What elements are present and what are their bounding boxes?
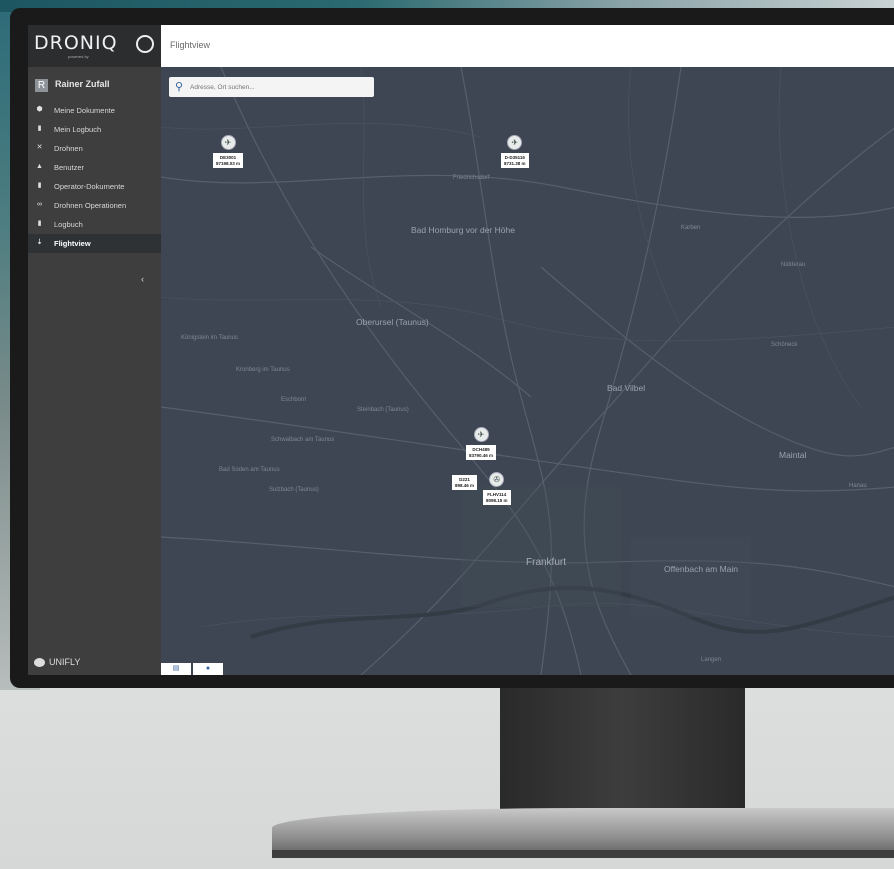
sidebar-item-flightview[interactable]: ⇣ Flightview bbox=[28, 234, 161, 253]
logo-bar: DRONIQ powered by bbox=[28, 25, 161, 67]
sidebar-item-benutzer[interactable]: ▲ Benutzer bbox=[28, 158, 161, 177]
place-label: Bad Homburg vor der Höhe bbox=[411, 225, 515, 235]
place-label: Karben bbox=[681, 225, 701, 231]
document-icon: ▮ bbox=[37, 182, 42, 189]
drone-icon: ✈ bbox=[507, 135, 523, 150]
logbook-icon: ▮ bbox=[37, 220, 42, 227]
place-label: Oberursel (Taunus) bbox=[356, 317, 429, 327]
drone-label: DE3001 87198.03 m bbox=[213, 153, 244, 168]
user-icon: ▲ bbox=[36, 163, 43, 170]
drone-label: D-D35116 8731.38 m bbox=[501, 153, 529, 168]
place-label: Nidderau bbox=[781, 262, 806, 268]
sidebar-item-operator-dokumente[interactable]: ▮ Operator-Dokumente bbox=[28, 177, 161, 196]
logo-mark-icon bbox=[136, 35, 154, 53]
sidebar-item-label: Flightview bbox=[54, 239, 91, 248]
drone-marker[interactable]: ✈ DE3001 87198.03 m bbox=[213, 135, 244, 168]
footer-brand-label: UNIFLY bbox=[49, 657, 81, 667]
drone-id: DE3001 bbox=[219, 155, 237, 160]
drone-label: D221 898.46 m bbox=[452, 475, 478, 490]
search-input[interactable] bbox=[188, 80, 372, 95]
layers-button[interactable]: ▤ bbox=[161, 663, 191, 675]
monitor-stand-edge bbox=[272, 850, 894, 858]
drone-id: DCH489 bbox=[472, 447, 490, 452]
sidebar-item-drohnen[interactable]: ✕ Drohnen bbox=[28, 139, 161, 158]
drone-icon: ✈ bbox=[220, 135, 236, 150]
map-view[interactable]: ⚲ Bad Homburg vor der Höhe Oberursel (Ta… bbox=[161, 67, 894, 675]
place-label: Maintal bbox=[779, 450, 807, 460]
avatar: R bbox=[35, 79, 48, 92]
user-name: Rainer Zufall bbox=[55, 79, 110, 89]
sidebar-item-label: Meine Dokumente bbox=[54, 106, 115, 115]
search-box: ⚲ bbox=[169, 77, 374, 97]
drone-id: D-D35116 bbox=[504, 155, 525, 160]
sidebar-item-label: Benutzer bbox=[54, 163, 85, 172]
user-profile[interactable]: R Rainer Zufall bbox=[28, 75, 161, 101]
drone-id: FLHV114 bbox=[487, 492, 507, 497]
footer-brand: UNIFLY bbox=[34, 657, 81, 668]
drone-icon: ✈ bbox=[473, 427, 489, 442]
place-label: Friedrichsdorf bbox=[453, 175, 490, 181]
drone-icon: ✇ bbox=[489, 472, 505, 487]
sidebar-item-meine-dokumente[interactable]: ⬢ Meine Dokumente bbox=[28, 101, 161, 120]
drone-reading: 898.46 m bbox=[455, 482, 475, 488]
place-label: Sulzbach (Taunus) bbox=[269, 487, 319, 493]
book-icon: ▮ bbox=[37, 125, 42, 132]
sidebar-item-label: Mein Logbuch bbox=[54, 125, 102, 134]
drone-label: DCH489 83790.46 m bbox=[466, 445, 497, 460]
app-logo[interactable]: DRONIQ bbox=[34, 32, 118, 54]
drone-reading: 83790.46 m bbox=[469, 452, 494, 458]
sidebar-item-label: Drohnen bbox=[54, 144, 83, 153]
place-label: Bad Vilbel bbox=[607, 383, 646, 393]
drone-icon: ✕ bbox=[36, 144, 43, 151]
place-label: Königstein im Taunus bbox=[181, 335, 238, 341]
place-label: Steinbach (Taunus) bbox=[357, 407, 409, 413]
place-label: Kronberg im Taunus bbox=[236, 367, 290, 373]
unifly-logo-icon bbox=[34, 658, 45, 668]
sidebar-item-drohnen-operationen[interactable]: ∞ Drohnen Operationen bbox=[28, 196, 161, 215]
sidebar-item-mein-logbuch[interactable]: ▮ Mein Logbuch bbox=[28, 120, 161, 139]
drone-reading: 87198.03 m bbox=[216, 160, 241, 166]
place-label: Schwalbach am Taunus bbox=[271, 437, 335, 443]
sidebar-item-label: Drohnen Operationen bbox=[54, 201, 127, 210]
drone-marker[interactable]: ✇ FLHV114 8098.15 m bbox=[483, 472, 511, 505]
search-icon: ⚲ bbox=[175, 81, 184, 93]
place-label: Schöneck bbox=[771, 342, 798, 348]
shield-icon: ⬢ bbox=[36, 106, 43, 113]
drone-label: FLHV114 8098.15 m bbox=[483, 490, 511, 505]
drone-id: D221 bbox=[459, 477, 470, 482]
drone-marker[interactable]: D221 898.46 m bbox=[452, 472, 478, 490]
collapse-sidebar-icon[interactable]: ‹ bbox=[141, 274, 144, 284]
sidebar-item-logbuch[interactable]: ▮ Logbuch bbox=[28, 215, 161, 234]
place-label: Hanau bbox=[849, 483, 867, 489]
sidebar: DRONIQ powered by R Rainer Zufall ⬢ Meine… bbox=[28, 25, 161, 675]
screen: DRONIQ powered by R Rainer Zufall ⬢ Meine… bbox=[28, 25, 894, 675]
place-label: Frankfurt bbox=[526, 557, 567, 568]
drone-marker[interactable]: ✈ D-D35116 8731.38 m bbox=[501, 135, 529, 168]
logo-powered-by: powered by bbox=[68, 54, 89, 59]
drone-reading: 8098.15 m bbox=[486, 497, 508, 503]
drone-reading: 8731.38 m bbox=[504, 160, 526, 166]
monitor-stand-neck bbox=[500, 687, 745, 817]
sidebar-item-label: Operator-Dokumente bbox=[54, 182, 125, 191]
place-label: Eschborn bbox=[281, 397, 307, 403]
operations-icon: ∞ bbox=[37, 201, 42, 208]
locate-button[interactable]: ● bbox=[193, 663, 223, 675]
top-bar: Flightview bbox=[161, 25, 894, 67]
flightview-icon: ⇣ bbox=[36, 239, 43, 246]
place-label: Langen bbox=[701, 657, 722, 663]
sidebar-nav: ⬢ Meine Dokumente ▮ Mein Logbuch ✕ Drohnen ▲ Be… bbox=[28, 101, 161, 253]
place-label: Offenbach am Main bbox=[664, 564, 739, 574]
drone-marker[interactable]: ✈ DCH489 83790.46 m bbox=[466, 427, 497, 460]
page-title: Flightview bbox=[170, 40, 211, 50]
monitor-frame: DRONIQ powered by R Rainer Zufall ⬢ Meine… bbox=[10, 8, 894, 688]
place-label: Bad Soden am Taunus bbox=[219, 467, 280, 473]
sidebar-item-label: Logbuch bbox=[54, 220, 83, 229]
